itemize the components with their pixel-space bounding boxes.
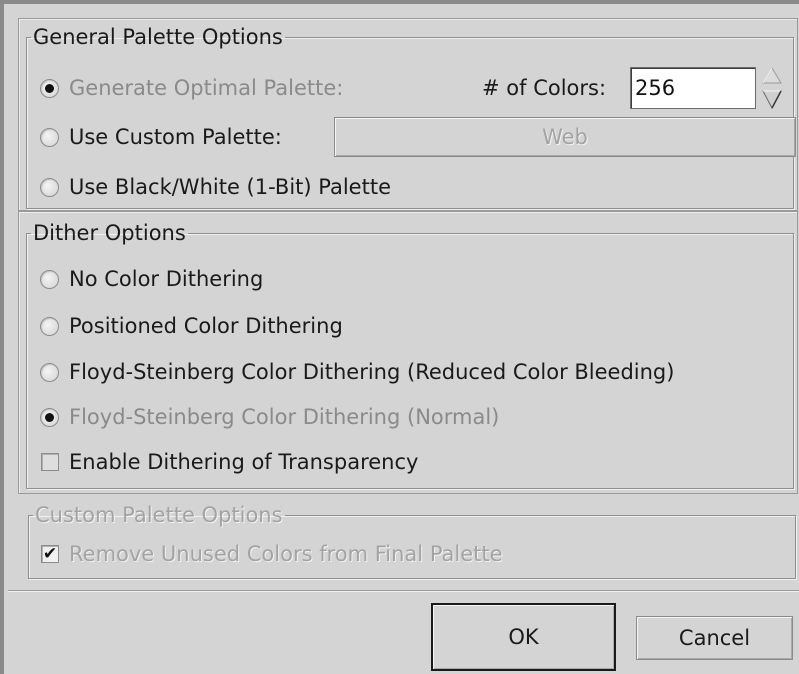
transparency-dither-checkbox[interactable] (41, 453, 59, 471)
num-colors-label: # of Colors: (482, 76, 607, 100)
custom-palette-label: Use Custom Palette: (69, 125, 282, 149)
remove-unused-checkbox[interactable]: ✔ (41, 545, 59, 563)
dither-option-label: Floyd-Steinberg Color Dithering (Reduced… (69, 360, 675, 384)
num-colors-spinner[interactable] (761, 66, 783, 110)
no-dithering-radio[interactable] (40, 269, 59, 289)
transparency-dither-row[interactable]: Enable Dithering of Transparency (41, 447, 418, 477)
dither-option-label: Floyd-Steinberg Color Dithering (Normal) (69, 405, 500, 429)
bw-palette-label: Use Black/White (1-Bit) Palette (69, 175, 391, 199)
dither-option-label: No Color Dithering (69, 267, 264, 291)
spin-up-arrow-icon (762, 67, 782, 84)
radio-selected-dot (45, 412, 54, 422)
fs-normal-radio[interactable] (40, 407, 59, 427)
remove-unused-row[interactable]: ✔ Remove Unused Colors from Final Palett… (41, 539, 503, 569)
custom-palette-radio[interactable] (40, 127, 59, 147)
positioned-dithering-radio[interactable] (40, 316, 59, 336)
custom-palette-radio-row[interactable]: Use Custom Palette: (40, 122, 282, 152)
num-colors-input[interactable] (630, 67, 756, 109)
dither-option-row[interactable]: Floyd-Steinberg Color Dithering (Reduced… (40, 357, 674, 387)
bw-palette-radio[interactable] (40, 177, 59, 197)
checkmark-icon: ✔ (42, 543, 58, 564)
dither-option-row[interactable]: Floyd-Steinberg Color Dithering (Normal) (40, 402, 499, 432)
transparency-dither-label: Enable Dithering of Transparency (69, 450, 419, 474)
bw-palette-radio-row[interactable]: Use Black/White (1-Bit) Palette (40, 172, 391, 202)
palette-options-dialog: General Palette Options Generate Optimal… (0, 0, 799, 674)
dither-option-row[interactable]: No Color Dithering (40, 264, 263, 294)
radio-selected-dot (45, 83, 54, 93)
remove-unused-label: Remove Unused Colors from Final Palette (69, 542, 503, 566)
custom-palette-select-button[interactable]: Web (334, 117, 796, 157)
custom-palette-options-legend: Custom Palette Options (35, 503, 283, 527)
dither-options-legend: Dither Options (33, 221, 186, 245)
num-colors-label-row: # of Colors: (482, 73, 606, 103)
cancel-button[interactable]: Cancel (636, 616, 793, 660)
spin-down-arrow-icon (762, 90, 782, 110)
dither-option-row[interactable]: Positioned Color Dithering (40, 311, 343, 341)
fs-reduced-bleeding-radio[interactable] (40, 362, 59, 382)
dither-option-label: Positioned Color Dithering (69, 314, 343, 338)
generate-optimal-label: Generate Optimal Palette: (69, 76, 344, 100)
general-palette-legend: General Palette Options (33, 25, 283, 49)
ok-button[interactable]: OK (431, 603, 616, 671)
generate-optimal-radio[interactable] (40, 78, 59, 98)
generate-optimal-radio-row[interactable]: Generate Optimal Palette: (40, 73, 343, 103)
button-bar-separator (8, 590, 799, 592)
